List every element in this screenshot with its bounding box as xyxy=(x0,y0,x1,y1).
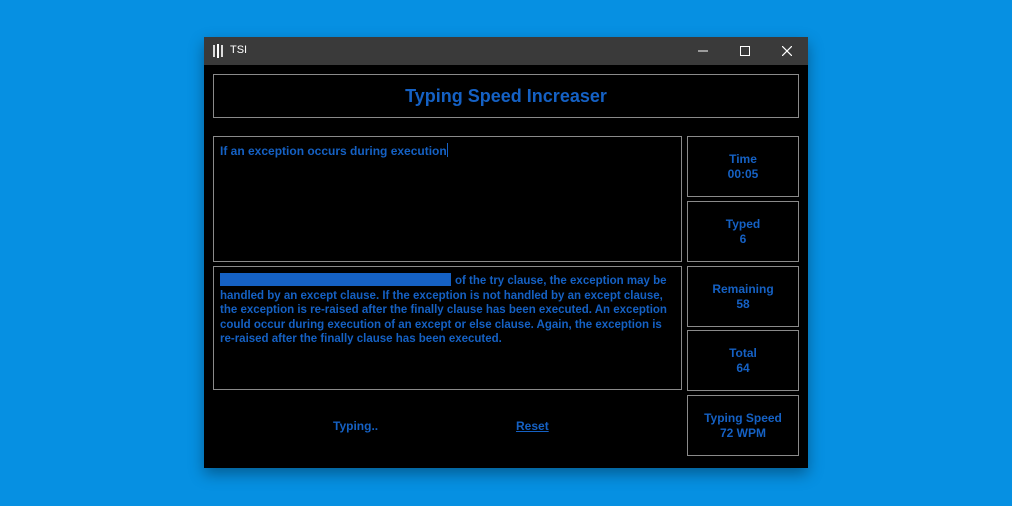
minimize-button[interactable] xyxy=(682,37,724,65)
close-icon xyxy=(782,46,792,56)
passage-panel: of the try clause, the exception may be … xyxy=(213,266,682,390)
close-button[interactable] xyxy=(766,37,808,65)
stat-time-label: Time xyxy=(729,151,757,166)
stat-typed-value: 6 xyxy=(739,231,747,246)
reset-button[interactable]: Reset xyxy=(516,419,549,433)
stat-total: Total 64 xyxy=(687,330,799,391)
stat-total-value: 64 xyxy=(736,360,750,375)
maximize-icon xyxy=(740,46,750,56)
stat-remaining-label: Remaining xyxy=(712,281,774,296)
stat-time: Time 00:05 xyxy=(687,136,799,197)
stat-typed-label: Typed xyxy=(725,216,761,231)
window-title: TSI xyxy=(230,44,248,56)
app-heading: Typing Speed Increaser xyxy=(405,86,607,106)
stat-typing-speed: Typing Speed 72 WPM xyxy=(687,395,799,456)
stat-remaining: Remaining 58 xyxy=(687,266,799,327)
typed-progress-highlight xyxy=(220,273,451,286)
stat-time-value: 00:05 xyxy=(727,166,759,181)
text-caret xyxy=(446,143,448,157)
passage-wrap: of the try clause, the exception may be … xyxy=(220,273,675,347)
stat-typed: Typed 6 xyxy=(687,201,799,262)
minimize-icon xyxy=(698,50,708,52)
maximize-button[interactable] xyxy=(724,37,766,65)
stat-total-label: Total xyxy=(729,345,757,360)
stat-remaining-value: 58 xyxy=(736,296,750,311)
app-icon xyxy=(213,44,223,58)
app-window: TSI Typing Speed Increaser If an excepti… xyxy=(204,37,808,468)
title-bar[interactable]: TSI xyxy=(204,37,808,65)
stat-speed-value: 72 WPM xyxy=(719,425,766,440)
typing-input-text-wrap: If an exception occurs during execution xyxy=(220,143,448,158)
stat-speed-label: Typing Speed xyxy=(704,410,782,425)
header-panel: Typing Speed Increaser xyxy=(213,74,799,118)
typing-status: Typing.. xyxy=(333,419,379,433)
typing-input-text: If an exception occurs during execution xyxy=(220,144,447,158)
typing-input-area[interactable]: If an exception occurs during execution xyxy=(213,136,682,262)
